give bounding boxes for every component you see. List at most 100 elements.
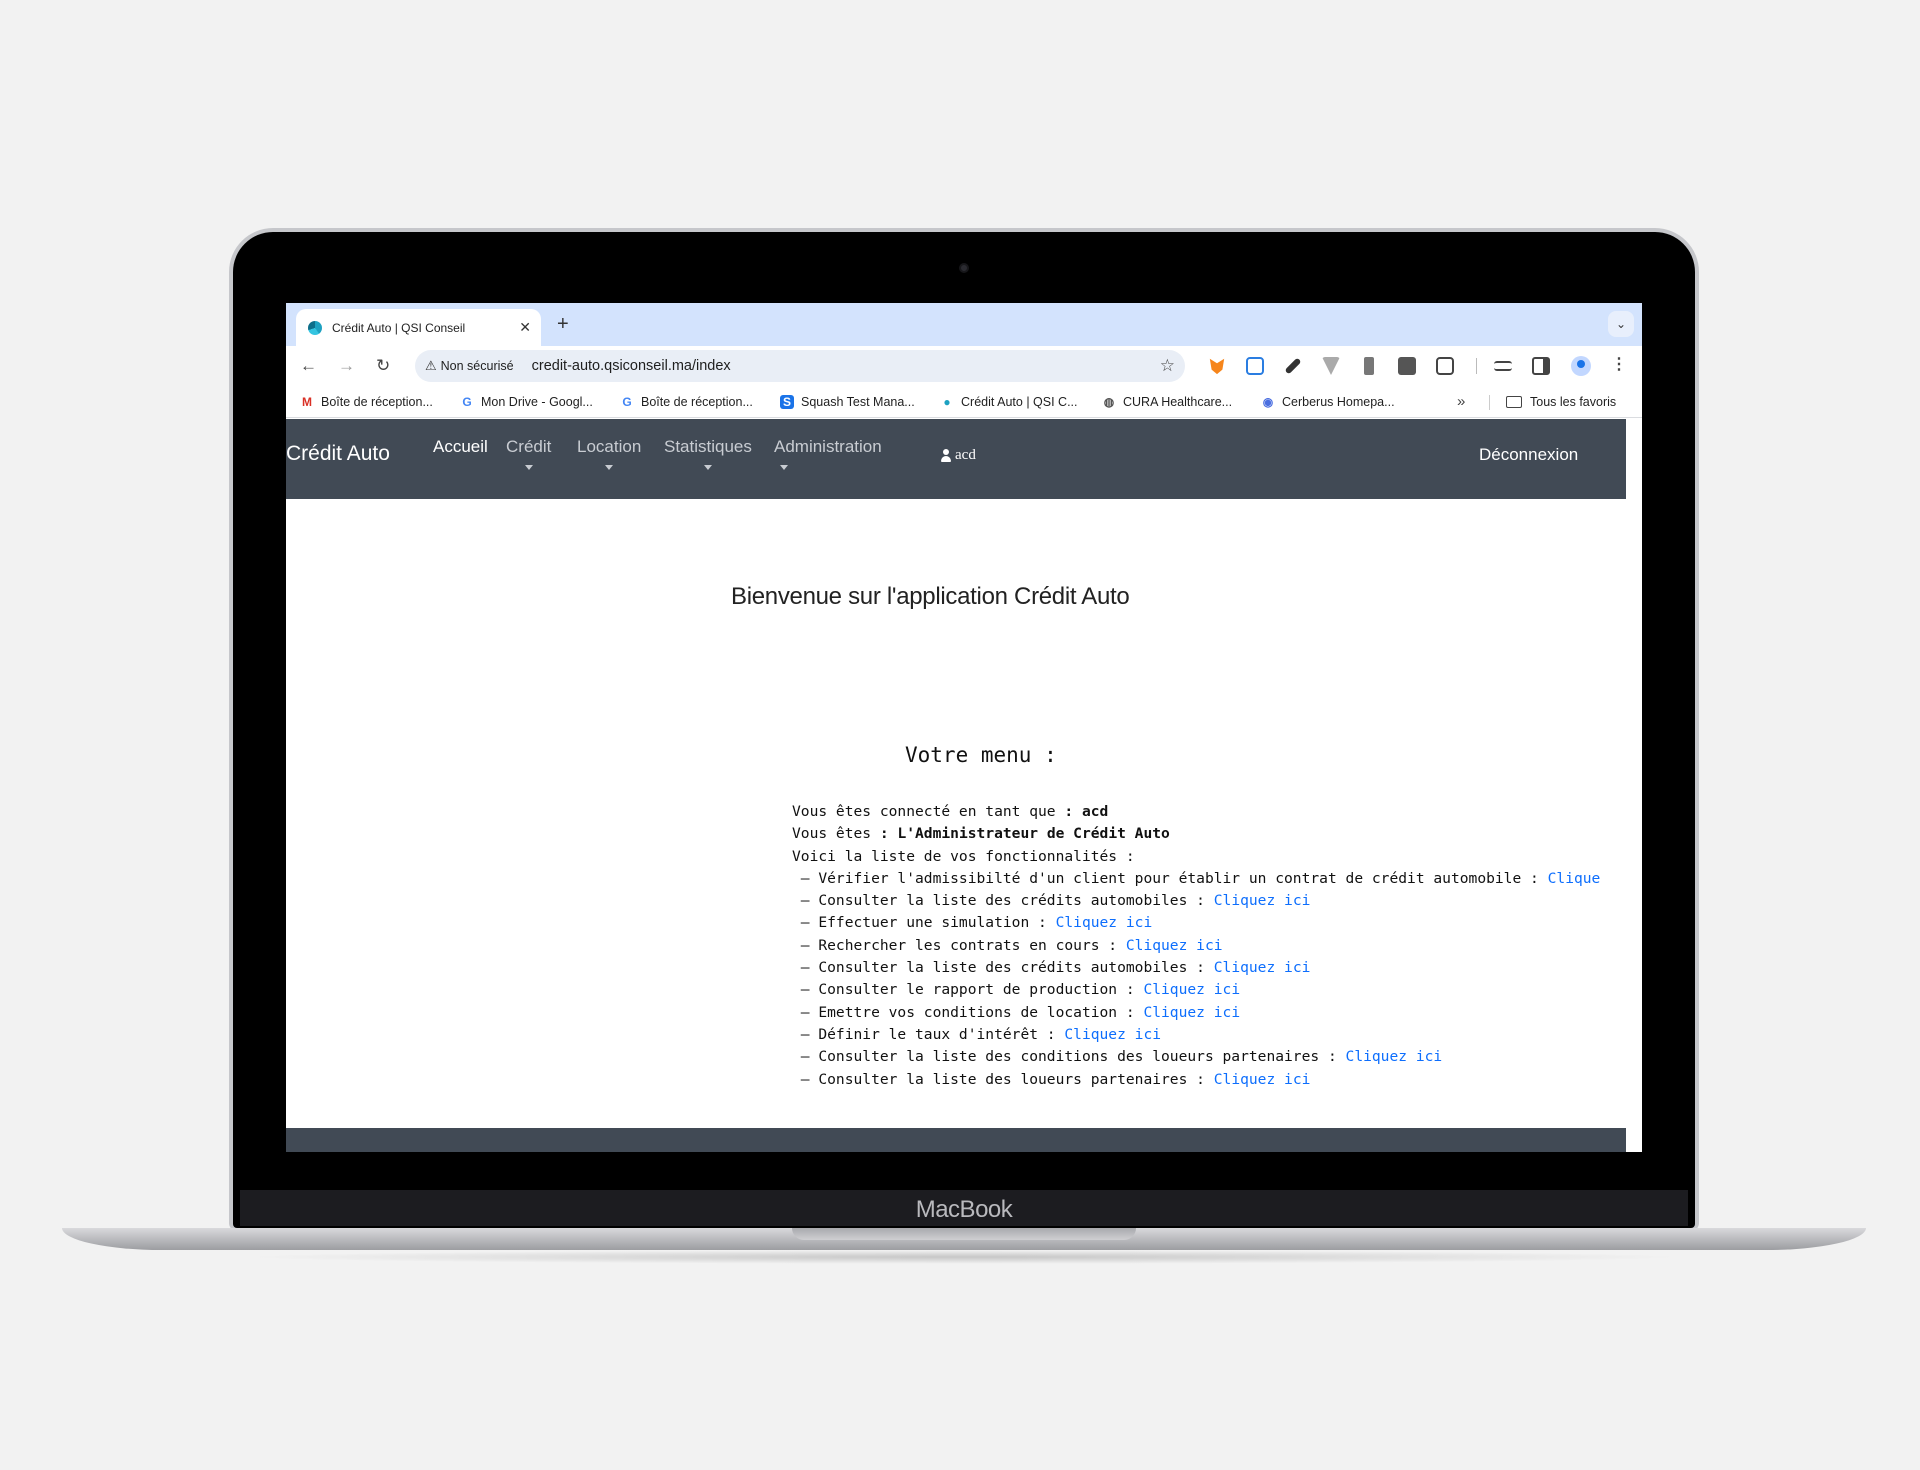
nav-accueil[interactable]: Accueil	[433, 437, 488, 457]
selenium-icon[interactable]	[1398, 357, 1416, 375]
feature-link[interactable]: Cliquez ici	[1126, 937, 1223, 954]
security-label[interactable]: Non sécurisé	[441, 359, 514, 373]
feature-link[interactable]: Cliquez ici	[1214, 892, 1311, 909]
back-arrow-icon[interactable]: ←	[300, 356, 317, 376]
feature-text: – Consulter la liste des loueurs partena…	[792, 1070, 1214, 1088]
bookmark-item[interactable]: ◉ Cerberus Homepa...	[1261, 395, 1395, 409]
feature-item: – Effectuer une simulation : Cliquez ici	[792, 912, 1600, 934]
caret-down-icon	[524, 465, 533, 470]
bookmark-star-icon[interactable]: ☆	[1160, 356, 1175, 376]
warning-icon[interactable]: ⚠	[425, 358, 437, 374]
feature-text: – Rechercher les contrats en cours :	[792, 936, 1126, 954]
feature-text: – Consulter la liste des crédits automob…	[792, 892, 1214, 910]
profile-avatar[interactable]	[1571, 356, 1591, 376]
bookmarks-bar: M Boîte de réception... G Mon Drive - Goog…	[286, 386, 1642, 418]
feature-link[interactable]: Clique	[1548, 870, 1601, 887]
media-icon[interactable]	[1494, 361, 1512, 371]
cerberus-icon: ◉	[1262, 395, 1274, 409]
feature-link[interactable]: Cliquez ici	[1143, 1004, 1240, 1021]
tab-title: Crédit Auto | QSI Conseil	[332, 320, 466, 335]
app-brand[interactable]: Crédit Auto	[286, 442, 390, 466]
features-intro: Voici la liste de vos fonctionnalités :	[792, 847, 1135, 865]
all-bookmarks-button[interactable]: Tous les favoris	[1506, 395, 1616, 409]
puzzle-icon[interactable]	[1436, 357, 1454, 375]
bookmark-label: Boîte de réception...	[641, 395, 753, 409]
feature-link[interactable]: Cliquez ici	[1214, 959, 1311, 976]
connected-line: Vous êtes connecté en tant que : acd	[792, 801, 1600, 823]
username: acd	[955, 447, 976, 463]
panel-icon[interactable]	[1364, 357, 1374, 375]
new-tab-button[interactable]: +	[557, 313, 569, 336]
feature-link[interactable]: Cliquez ici	[1214, 1071, 1311, 1088]
bookmark-item[interactable]: ◍ CURA Healthcare...	[1102, 395, 1232, 409]
feature-item: – Consulter le rapport de production : C…	[792, 979, 1600, 1001]
gmail-icon: M	[302, 395, 312, 409]
connected-sep: :	[1064, 803, 1082, 820]
menu-kebab-icon[interactable]: ⋮	[1611, 354, 1627, 374]
feature-text: – Consulter le rapport de production :	[792, 981, 1144, 999]
role-prefix: Vous êtes	[792, 825, 880, 843]
folder-icon	[1506, 396, 1522, 408]
bookmarks-overflow-icon[interactable]: »	[1457, 393, 1465, 410]
page-title: Bienvenue sur l'application Crédit Auto	[731, 583, 1130, 610]
feature-text: – Définir le taux d'intérêt :	[792, 1025, 1065, 1043]
feature-item: – Consulter la liste des crédits automob…	[792, 890, 1600, 912]
feature-item: – Consulter la liste des conditions des …	[792, 1046, 1600, 1068]
vue-icon[interactable]	[1322, 357, 1340, 375]
app-footer	[286, 1128, 1626, 1152]
current-user: acd	[941, 447, 976, 464]
squash-icon: S	[780, 395, 794, 409]
nav-administration[interactable]: Administration	[774, 437, 882, 470]
bookmark-item[interactable]: S Squash Test Mana...	[780, 395, 915, 409]
feature-link[interactable]: Cliquez ici	[1056, 914, 1153, 931]
features-list: – Vérifier l'admissibilté d'un client po…	[792, 868, 1601, 1091]
laptop-base-notch	[792, 1228, 1136, 1240]
bookmarks-separator	[1489, 395, 1490, 410]
reload-icon[interactable]: ↻	[376, 356, 390, 376]
nav-credit[interactable]: Crédit	[506, 437, 551, 470]
feature-link[interactable]: Cliquez ici	[1346, 1048, 1443, 1065]
tab-search-button[interactable]: ⌄	[1608, 311, 1634, 337]
close-icon[interactable]: ✕	[519, 319, 531, 336]
nav-label: Crédit	[506, 437, 552, 456]
address-bar[interactable]: ⚠ Non sécurisé credit-auto.qsiconseil.ma…	[415, 350, 1185, 382]
feature-link[interactable]: Cliquez ici	[1143, 981, 1240, 998]
browser-toolbar: ← → ↻ ⚠ Non sécurisé credit-auto.qsicons…	[286, 346, 1642, 386]
menu-title: Votre menu :	[905, 743, 1057, 767]
nav-statistiques[interactable]: Statistiques	[664, 437, 752, 470]
google-icon: G	[622, 395, 632, 409]
bookmark-label: Cerberus Homepa...	[1282, 395, 1395, 409]
bookmark-item[interactable]: M Boîte de réception...	[300, 395, 433, 409]
bookmark-item[interactable]: G Boîte de réception...	[620, 395, 753, 409]
browser-tab[interactable]: Crédit Auto | QSI Conseil ✕	[296, 309, 541, 346]
feature-text: – Emettre vos conditions de location :	[792, 1003, 1144, 1021]
eyedropper-icon[interactable]	[1284, 357, 1302, 375]
bookmark-item[interactable]: G Mon Drive - Googl...	[460, 395, 593, 409]
metamask-icon[interactable]	[1209, 358, 1225, 375]
feature-link[interactable]: Cliquez ici	[1064, 1026, 1161, 1043]
feature-text: – Consulter la liste des conditions des …	[792, 1048, 1346, 1066]
url-text[interactable]: credit-auto.qsiconseil.ma/index	[532, 358, 1160, 374]
nav-label: Administration	[774, 437, 882, 456]
toolbar-separator	[1476, 358, 1477, 374]
all-bookmarks-label: Tous les favoris	[1530, 395, 1617, 409]
bookmark-item[interactable]: ● Crédit Auto | QSI C...	[940, 395, 1077, 409]
bookmark-label: Mon Drive - Googl...	[481, 395, 593, 409]
role-value: L'Administrateur de Crédit Auto	[897, 825, 1170, 843]
app-navbar: Crédit Auto Accueil Crédit Location Stat…	[286, 419, 1626, 499]
screen: Crédit Auto | QSI Conseil ✕ + ⌄ ← → ↻ ⚠ …	[286, 303, 1642, 1152]
nav-label: Location	[577, 437, 642, 456]
camera-icon	[959, 263, 969, 273]
feature-item: – Consulter la liste des crédits automob…	[792, 957, 1600, 979]
role-line: Vous êtes : L'Administrateur de Crédit A…	[792, 823, 1600, 845]
logout-link[interactable]: Déconnexion	[1479, 445, 1578, 465]
sidepanel-icon[interactable]	[1532, 357, 1550, 375]
nav-location[interactable]: Location	[577, 437, 641, 470]
forward-arrow-icon[interactable]: →	[338, 356, 355, 376]
feature-item: – Emettre vos conditions de location : C…	[792, 1002, 1600, 1024]
feature-item: – Consulter la liste des loueurs partena…	[792, 1069, 1600, 1091]
feature-item: – Vérifier l'admissibilté d'un client po…	[792, 868, 1601, 890]
sync-icon[interactable]	[1246, 357, 1264, 375]
tab-strip: Crédit Auto | QSI Conseil ✕ + ⌄	[286, 303, 1642, 346]
role-sep: :	[879, 825, 898, 843]
